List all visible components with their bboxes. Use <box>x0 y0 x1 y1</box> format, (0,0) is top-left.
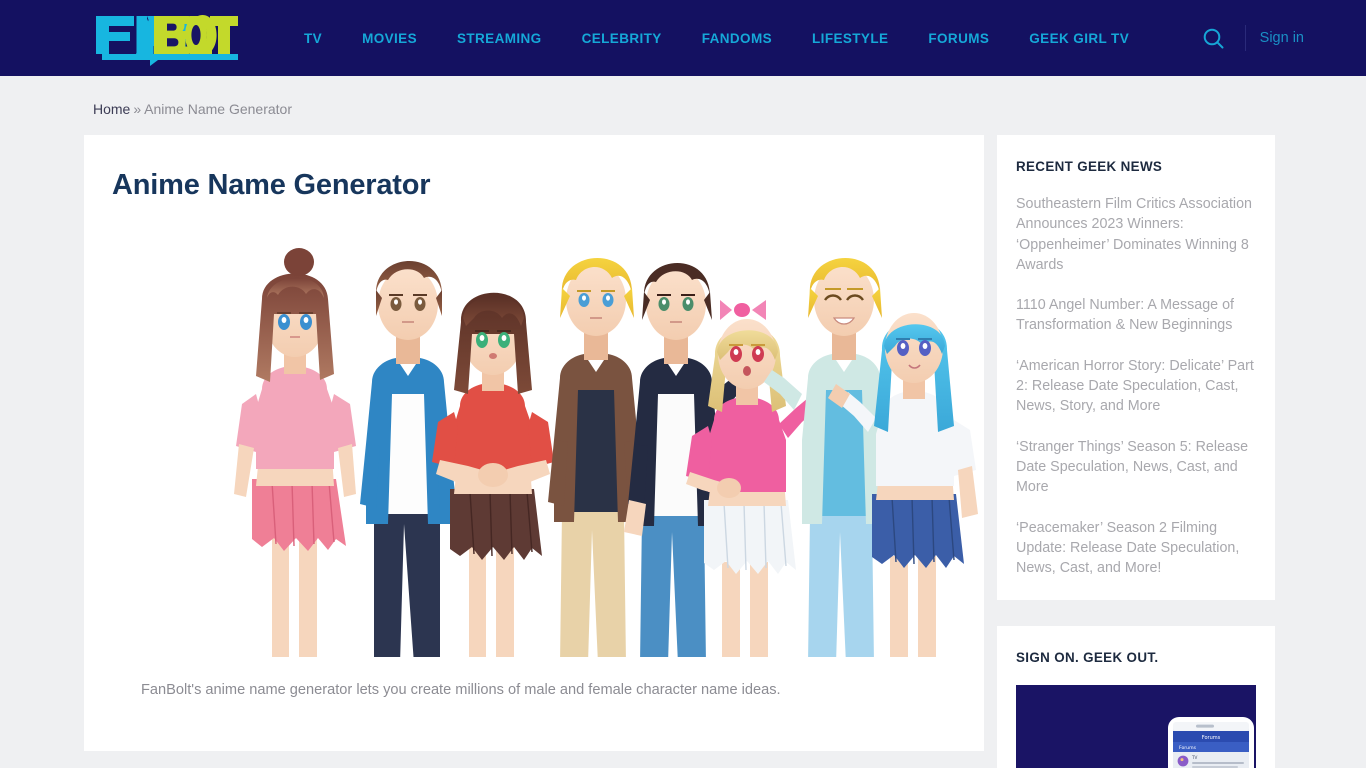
lead-paragraph: FanBolt's anime name generator lets you … <box>84 657 984 702</box>
nav-item-celebrity[interactable]: CELEBRITY <box>562 31 682 46</box>
nav-item-movies[interactable]: MOVIES <box>342 31 437 46</box>
breadcrumb: Home»Anime Name Generator <box>0 76 1366 116</box>
news-item[interactable]: 1110 Angel Number: A Message of Transfor… <box>1016 295 1256 336</box>
nav-item-lifestyle[interactable]: LIFESTYLE <box>792 31 908 46</box>
nav-item-forums[interactable]: FORUMS <box>908 31 1009 46</box>
recent-news-title: RECENT GEEK NEWS <box>1016 159 1256 174</box>
page-layout: Anime Name Generator <box>0 116 1366 768</box>
nav-item-geek-girl-tv[interactable]: GEEK GIRL TV <box>1009 31 1149 46</box>
recent-news-widget: RECENT GEEK NEWS Southeastern Film Criti… <box>997 135 1275 600</box>
nav-item-tv[interactable]: TV <box>284 31 342 46</box>
hero-image <box>84 202 984 657</box>
fanbolt-logo-icon <box>92 10 240 66</box>
sign-in-link[interactable]: Sign in <box>1260 30 1304 46</box>
promo-widget: SIGN ON. GEEK OUT. Forums Forums <box>997 626 1275 768</box>
promo-banner[interactable]: Forums Forums TV <box>1016 685 1256 768</box>
news-item[interactable]: ‘Peacemaker’ Season 2 Filming Update: Re… <box>1016 518 1256 579</box>
phone-mockup-icon: Forums Forums TV <box>1168 717 1254 768</box>
news-item[interactable]: ‘American Horror Story: Delicate’ Part 2… <box>1016 356 1256 417</box>
nav-item-streaming[interactable]: STREAMING <box>437 31 562 46</box>
svg-text:TV: TV <box>1191 755 1198 760</box>
header-divider <box>1245 25 1246 51</box>
anime-characters-illustration <box>84 202 984 657</box>
site-header: TV MOVIES STREAMING CELEBRITY FANDOMS LI… <box>0 0 1366 76</box>
breadcrumb-current: Anime Name Generator <box>144 101 292 117</box>
site-logo[interactable] <box>92 10 240 66</box>
news-item[interactable]: ‘Stranger Things’ Season 5: Release Date… <box>1016 437 1256 498</box>
promo-banner-graphic: Forums Forums TV <box>1016 685 1256 768</box>
search-button[interactable] <box>1193 17 1235 59</box>
main-content-card: Anime Name Generator <box>84 135 984 751</box>
sidebar: RECENT GEEK NEWS Southeastern Film Criti… <box>997 135 1275 768</box>
svg-text:Forums: Forums <box>1202 735 1221 741</box>
page-title: Anime Name Generator <box>84 135 984 202</box>
svg-text:Forums: Forums <box>1179 745 1197 751</box>
breadcrumb-home-link[interactable]: Home <box>93 101 130 117</box>
breadcrumb-separator: » <box>133 101 141 117</box>
recent-news-list: Southeastern Film Critics Association An… <box>1016 194 1256 578</box>
main-navigation: TV MOVIES STREAMING CELEBRITY FANDOMS LI… <box>284 31 1149 46</box>
nav-item-fandoms[interactable]: FANDOMS <box>682 31 792 46</box>
promo-title: SIGN ON. GEEK OUT. <box>1016 650 1256 665</box>
header-actions: Sign in <box>1193 0 1304 76</box>
news-item[interactable]: Southeastern Film Critics Association An… <box>1016 194 1256 275</box>
search-icon <box>1202 27 1225 50</box>
